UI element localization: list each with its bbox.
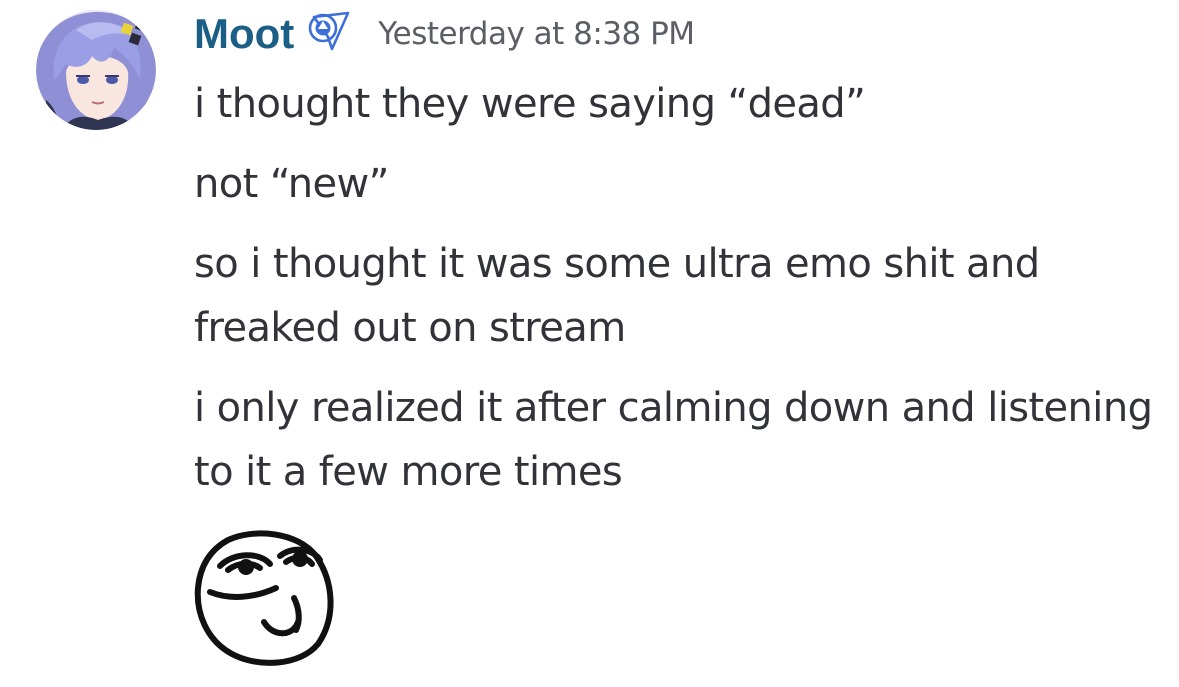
message-header: Moot Yesterday at 8:38 PM (194, 6, 695, 62)
message-timestamp[interactable]: Yesterday at 8:38 PM (378, 16, 695, 52)
message-line: so i thought it was some ultra emo shit … (194, 241, 1040, 351)
username[interactable]: Moot (194, 10, 294, 58)
message-line: i thought they were saying “dead” (194, 81, 866, 127)
chat-message: Moot Yesterday at 8:38 PM i thought they… (0, 0, 1179, 687)
message-line: not “new” (194, 161, 389, 207)
message-line: i only realized it after calming down an… (194, 385, 1153, 495)
nitro-badge-icon[interactable] (304, 11, 354, 53)
message-content: i thought they were saying “dead” not “n… (194, 72, 1154, 520)
smug-face-emoji[interactable] (188, 526, 340, 668)
user-avatar[interactable] (36, 10, 156, 130)
